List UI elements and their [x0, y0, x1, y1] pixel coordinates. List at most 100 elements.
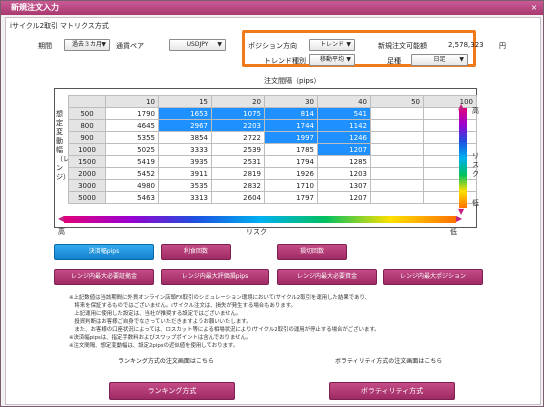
note-line: 投資判断はお客様ご自身でなさっていただきますようお願いいたします。 — [69, 319, 252, 325]
trend-type-select[interactable]: 移動平均 ▼ — [309, 54, 355, 66]
bar-type-select[interactable]: 日足 ▼ — [411, 54, 468, 66]
matrix-cell[interactable] — [423, 167, 477, 180]
trend-type-label: トレンド種別 — [264, 57, 306, 65]
matrix-cell[interactable]: 5419 — [105, 155, 159, 168]
ranking-caption: ランキング方式の注文画面はこちら — [118, 358, 214, 365]
risk-low-label-v: 低 — [472, 199, 479, 207]
matrix-cell[interactable]: 1246 — [317, 131, 371, 144]
matrix-cell[interactable]: 3854 — [158, 131, 212, 144]
matrix-cell[interactable] — [370, 167, 424, 180]
chevron-down-icon: ▼ — [217, 41, 222, 48]
matrix-cell[interactable]: 5452 — [105, 167, 159, 180]
matrix-cell[interactable]: 2531 — [211, 155, 265, 168]
matrix-cell[interactable]: 2539 — [211, 143, 265, 156]
matrix-cell[interactable]: 1075 — [211, 107, 265, 120]
matrix-cell[interactable] — [370, 191, 424, 204]
matrix-cell[interactable] — [423, 179, 477, 192]
pair-select[interactable]: USDJPY ▼ — [169, 39, 226, 51]
matrix-row-label: 3000 — [68, 179, 106, 192]
period-value: 過去３カ月 — [71, 41, 102, 48]
matrix-cell[interactable] — [370, 155, 424, 168]
main-panel: iサイクル2取引 マトリクス方式 期間 過去３カ月 ▼ 通貨ペア USDJPY ▼ … — [5, 17, 541, 405]
matrix-cell[interactable]: 1744 — [264, 119, 318, 132]
matrix-row-label: 5000 — [68, 191, 106, 204]
button-max-loss-pips[interactable]: レンジ内最大評価損pips — [161, 269, 269, 285]
matrix-cell[interactable] — [370, 119, 424, 132]
matrix-cell[interactable]: 4645 — [105, 119, 159, 132]
matrix-cell[interactable]: 2203 — [211, 119, 265, 132]
matrix-cell[interactable]: 1794 — [264, 155, 318, 168]
matrix-col-header: 15 — [158, 95, 212, 108]
matrix-cell[interactable]: 2604 — [211, 191, 265, 204]
chevron-down-icon: ▼ — [346, 41, 351, 48]
matrix-table: 10 15 20 30 40 50 100 500 1790 1653 1075 814 541 800 4… — [68, 95, 477, 204]
button-max-funds[interactable]: レンジ内最大必要資金 — [277, 269, 377, 285]
matrix-cell[interactable]: 1653 — [158, 107, 212, 120]
matrix-cell[interactable]: 3333 — [158, 143, 212, 156]
matrix-col-header: 100 — [423, 95, 477, 108]
risk-label-v: リスク — [472, 152, 479, 178]
note-line: ※注文間隔、想定変動幅は、設定2pipsの近似値を使用しております。 — [69, 343, 239, 349]
matrix-cell[interactable] — [370, 131, 424, 144]
matrix-col-header: 50 — [370, 95, 424, 108]
available-value: 2,578,323 — [448, 41, 484, 49]
matrix-cell[interactable]: 2722 — [211, 131, 265, 144]
matrix-cell[interactable] — [370, 107, 424, 120]
matrix-row-label: 1000 — [68, 143, 106, 156]
button-loss-count[interactable]: 損切回数 — [277, 244, 347, 260]
matrix-cell[interactable]: 814 — [264, 107, 318, 120]
matrix-cell[interactable]: 541 — [317, 107, 371, 120]
matrix-cell[interactable]: 1997 — [264, 131, 318, 144]
risk-high-label-v: 高 — [472, 107, 479, 115]
matrix-cell[interactable]: 5463 — [105, 191, 159, 204]
matrix-cell[interactable] — [370, 143, 424, 156]
matrix-cell[interactable]: 4980 — [105, 179, 159, 192]
matrix-cell[interactable]: 3313 — [158, 191, 212, 204]
matrix-row: 900 5355 3854 2722 1997 1246 — [68, 131, 477, 144]
note-line: 上記運用に使用した設定は、当社が推奨する設定ではございません。 — [69, 311, 242, 317]
matrix-cell[interactable]: 1307 — [317, 179, 371, 192]
matrix-cell[interactable]: 1207 — [317, 143, 371, 156]
matrix-cell[interactable]: 1785 — [264, 143, 318, 156]
matrix-cell[interactable]: 5025 — [105, 143, 159, 156]
button-max-position[interactable]: レンジ内最大ポジション — [383, 269, 483, 285]
matrix-cell[interactable] — [423, 119, 477, 132]
up-arrow-icon: ▲ — [458, 102, 465, 111]
matrix-cell[interactable]: 3911 — [158, 167, 212, 180]
matrix-cell[interactable] — [423, 191, 477, 204]
matrix-cell[interactable]: 2832 — [211, 179, 265, 192]
matrix-cell[interactable]: 1203 — [317, 167, 371, 180]
direction-label: ポジション方向 — [248, 42, 297, 50]
matrix-cell[interactable]: 1790 — [105, 107, 159, 120]
matrix-cell[interactable]: 1285 — [317, 155, 371, 168]
risk-low-label-h: 低 — [450, 228, 457, 236]
matrix-cell[interactable]: 1710 — [264, 179, 318, 192]
matrix-cell[interactable]: 5355 — [105, 131, 159, 144]
close-icon[interactable]: × — [529, 3, 539, 13]
matrix-cell[interactable]: 1142 — [317, 119, 371, 132]
matrix-cell[interactable]: 1797 — [264, 191, 318, 204]
matrix-cell[interactable] — [423, 131, 477, 144]
trend-type-value: 移動平均 — [319, 56, 344, 63]
matrix-row: 5000 5463 3313 2604 1797 1207 — [68, 191, 477, 204]
matrix-cell[interactable]: 3535 — [158, 179, 212, 192]
period-select[interactable]: 過去３カ月 ▼ — [64, 39, 110, 51]
matrix-cell[interactable] — [423, 107, 477, 120]
matrix-cell[interactable]: 1207 — [317, 191, 371, 204]
volatility-button[interactable]: ボラティリティ方式 — [329, 382, 455, 400]
matrix-cell[interactable]: 3935 — [158, 155, 212, 168]
matrix-cell[interactable]: 2967 — [158, 119, 212, 132]
direction-select[interactable]: トレンド ▼ — [309, 39, 355, 51]
matrix-row: 2000 5452 3911 2819 1926 1203 — [68, 167, 477, 180]
ranking-button[interactable]: ランキング方式 — [109, 382, 235, 400]
button-max-margin[interactable]: レンジ内最大必要証拠金 — [54, 269, 154, 285]
matrix-cell[interactable] — [423, 143, 477, 156]
matrix-row: 1000 5025 3333 2539 1785 1207 — [68, 143, 477, 156]
matrix-cell[interactable]: 1926 — [264, 167, 318, 180]
matrix-cell[interactable] — [423, 155, 477, 168]
button-profit-count[interactable]: 利食回数 — [161, 244, 231, 260]
matrix-cell[interactable] — [370, 179, 424, 192]
note-line: ※上記数値は当該期間に外貨オンライン店頭FX取引のシミュレーション環境においてi… — [69, 295, 371, 301]
matrix-cell[interactable]: 2819 — [211, 167, 265, 180]
button-settle-pips[interactable]: 決済幅pips — [54, 244, 154, 260]
